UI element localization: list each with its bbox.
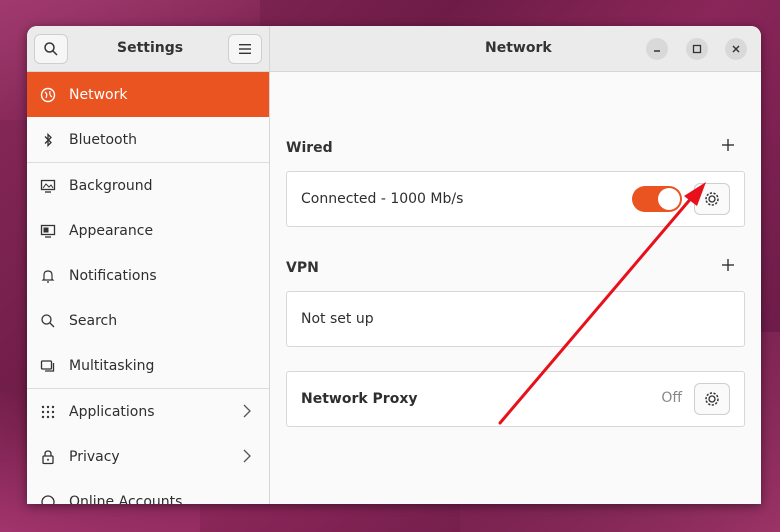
sidebar-item-notifications[interactable]: Notifications [27,253,269,298]
search-icon [44,42,58,56]
sidebar-item-background[interactable]: Background [27,163,269,208]
sidebar-item-label: Bluetooth [69,131,137,148]
sidebar-item-appearance[interactable]: Appearance [27,208,269,253]
grid-icon [39,403,57,421]
plus-icon [722,139,734,151]
sidebar-item-label: Network [69,86,128,103]
sidebar-item-label: Privacy [69,448,120,465]
chevron-right-icon [243,404,251,422]
sidebar-headerbar: Settings [27,26,270,72]
network-panel: Wired Connected - 1000 Mb/s VPN Not set … [270,72,761,504]
sidebar-item-label: Applications [69,403,155,420]
menu-button[interactable] [228,34,262,64]
sidebar-item-bluetooth[interactable]: Bluetooth [27,117,269,162]
wired-section-title: Wired [286,140,333,156]
sidebar-item-network[interactable]: Network [27,72,269,117]
plus-icon [722,259,734,271]
close-icon [732,45,740,53]
chevron-right-icon [243,449,251,467]
network-icon [39,86,57,104]
gear-icon [705,392,719,406]
proxy-state: Off [661,390,682,406]
maximize-icon [692,44,702,54]
maximize-button[interactable] [686,38,708,60]
bluetooth-icon [39,131,57,149]
sidebar-item-label: Appearance [69,222,154,239]
sidebar-item-label: Multitasking [69,357,155,374]
wired-connection-row: Connected - 1000 Mb/s [286,171,745,227]
close-button[interactable] [725,38,747,60]
bell-icon [39,267,57,285]
add-wired-button[interactable] [721,136,735,157]
vpn-row: Not set up [286,291,745,347]
sidebar-item-privacy[interactable]: Privacy [27,434,269,479]
wired-status: Connected - 1000 Mb/s [301,191,464,207]
network-proxy-row[interactable]: Network Proxy Off [286,371,745,427]
wired-toggle[interactable] [632,186,682,212]
multitasking-icon [39,357,57,375]
background-icon [39,177,57,195]
sidebar-item-search[interactable]: Search [27,298,269,343]
sidebar-item-label: Background [69,177,153,194]
hamburger-icon [239,44,251,54]
minimize-button[interactable] [646,38,668,60]
minimize-icon [654,50,660,52]
gear-icon [705,192,719,206]
sidebar-item-label: Search [69,312,118,329]
wired-settings-button[interactable] [694,183,730,215]
search-icon [39,312,57,330]
network-proxy-label: Network Proxy [301,391,418,407]
lock-icon [39,448,57,466]
page-title: Network [485,40,552,56]
sidebar-item-multitasking[interactable]: Multitasking [27,343,269,388]
sidebar-item-label: Notifications [69,267,157,284]
add-vpn-button[interactable] [721,256,735,277]
sidebar-item-online-accounts[interactable]: Online Accounts [27,479,269,504]
proxy-settings-button[interactable] [694,383,730,415]
sidebar-item-applications[interactable]: Applications [27,389,269,434]
sidebar-title: Settings [117,40,184,56]
accounts-icon [39,493,57,504]
main-headerbar: Network [270,26,761,72]
search-button[interactable] [34,34,68,64]
settings-window: Settings Network Network Bluetooth Backg… [27,26,761,504]
sidebar-item-label: Online Accounts [69,493,183,505]
vpn-status: Not set up [301,311,374,327]
appearance-icon [39,222,57,240]
vpn-section-title: VPN [286,260,319,276]
sidebar: Network Bluetooth Background Appearance [27,72,270,504]
